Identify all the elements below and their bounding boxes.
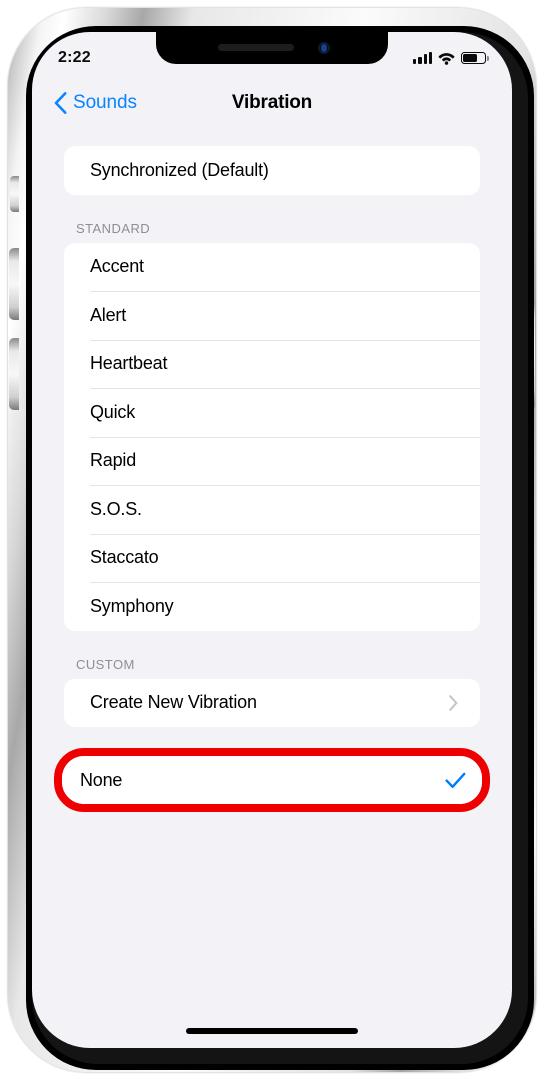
- list-item-label: Alert: [90, 304, 127, 325]
- status-bar-indicators: [413, 46, 489, 65]
- list-item-label: Heartbeat: [90, 353, 168, 374]
- list-item-sos[interactable]: S.O.S.: [64, 485, 480, 534]
- list-item-label: Symphony: [90, 595, 174, 616]
- list-item-symphony[interactable]: Symphony: [64, 582, 480, 631]
- earpiece-speaker-icon: [218, 44, 294, 51]
- default-section-card: Synchronized (Default): [64, 146, 480, 195]
- list-item-label: Synchronized (Default): [90, 159, 269, 180]
- highlight-annotation-ring: None: [54, 748, 490, 812]
- chevron-right-icon: [449, 694, 458, 711]
- list-item-none[interactable]: None: [62, 756, 482, 804]
- list-item-label: Staccato: [90, 547, 159, 568]
- none-section-card: None: [62, 756, 482, 804]
- home-indicator[interactable]: [186, 1028, 358, 1034]
- standard-section-card: Accent Alert Heartbeat Quick Rapid S.O.S…: [64, 242, 480, 631]
- volume-up-button[interactable]: [9, 248, 19, 320]
- list-item-alert[interactable]: Alert: [64, 291, 480, 340]
- list-item-rapid[interactable]: Rapid: [64, 436, 480, 486]
- top-spacer: [32, 128, 512, 146]
- list-item-create-new-vibration[interactable]: Create New Vibration: [64, 679, 480, 728]
- list-item-label: Create New Vibration: [90, 692, 257, 713]
- list-item-label: Accent: [90, 256, 144, 277]
- status-bar-time: 2:22: [58, 49, 91, 66]
- custom-section-card: Create New Vibration: [64, 678, 480, 728]
- list-item-staccato[interactable]: Staccato: [64, 533, 480, 583]
- wifi-icon: [438, 52, 455, 65]
- phone-screen: 2:22 Sounds Vibration Synchronized (Defa…: [32, 32, 512, 1048]
- list-item-label: None: [80, 769, 123, 790]
- list-item-accent[interactable]: Accent: [64, 243, 480, 292]
- list-item-heartbeat[interactable]: Heartbeat: [64, 339, 480, 389]
- notch: [156, 32, 388, 64]
- section-header-standard: STANDARD: [76, 220, 151, 236]
- cellular-bars-icon: [413, 52, 432, 64]
- volume-down-button[interactable]: [9, 338, 19, 410]
- checkmark-icon: [445, 772, 466, 788]
- list-item-label: S.O.S.: [90, 498, 142, 519]
- page-title: Vibration: [231, 92, 313, 113]
- navigation-bar: Sounds Vibration: [32, 78, 512, 128]
- section-header-custom: CUSTOM: [76, 656, 135, 672]
- battery-fill: [463, 54, 478, 62]
- battery-icon: [461, 51, 489, 65]
- list-item-quick[interactable]: Quick: [64, 388, 480, 437]
- list-item-label: Quick: [90, 401, 136, 422]
- front-camera-icon: [318, 42, 330, 54]
- list-item-synchronized-default[interactable]: Synchronized (Default): [64, 146, 480, 195]
- list-item-label: Rapid: [90, 450, 137, 471]
- settings-list: Synchronized (Default) STANDARD Accent A…: [32, 128, 512, 1048]
- silent-switch[interactable]: [10, 176, 19, 212]
